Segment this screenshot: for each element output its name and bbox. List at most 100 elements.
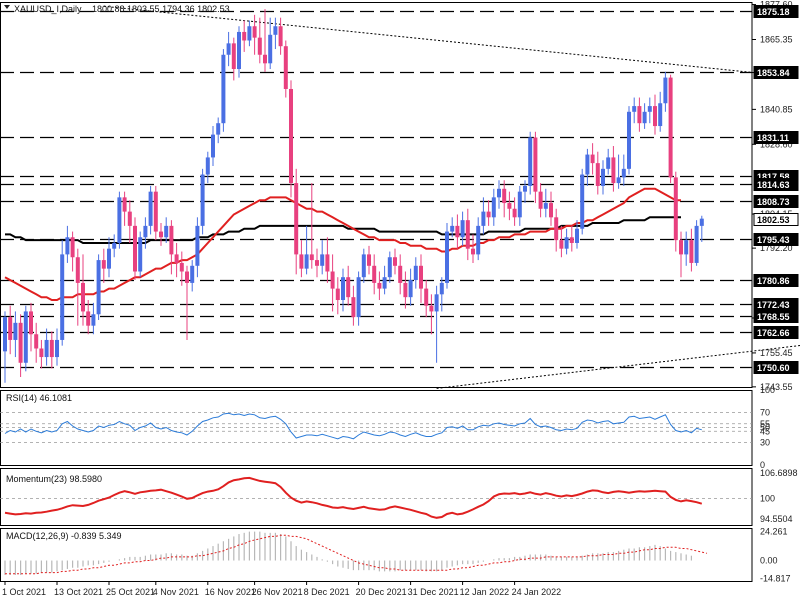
candle-body xyxy=(434,294,439,312)
candle xyxy=(580,168,585,235)
macd-tick-label: 24.261 xyxy=(760,526,788,536)
candle-body xyxy=(65,237,70,255)
candle-body xyxy=(3,317,7,352)
candle-body xyxy=(60,254,65,340)
candle-body xyxy=(226,43,231,55)
candle-body xyxy=(351,297,356,318)
candle-body xyxy=(486,211,491,218)
momentum-tick-label: 100 xyxy=(760,493,775,503)
candle-body xyxy=(153,191,158,232)
candle-body xyxy=(382,277,387,289)
candle-body xyxy=(585,154,590,175)
candle xyxy=(133,217,137,281)
candle-body xyxy=(148,191,153,226)
candle-body xyxy=(330,271,335,289)
candle-body xyxy=(387,257,392,278)
time-tick-label: 31 Dec 2021 xyxy=(408,587,459,597)
level-label: 1853.84 xyxy=(757,68,790,78)
level-label: 1768.55 xyxy=(757,312,790,322)
candle-body xyxy=(663,77,668,104)
candle-body xyxy=(606,157,611,169)
candle-body xyxy=(429,305,434,312)
candle-body xyxy=(39,348,44,358)
candle-body xyxy=(471,248,475,255)
candle-body xyxy=(8,317,13,340)
time-tick-label: 20 Dec 2021 xyxy=(356,587,407,597)
candle-body xyxy=(133,225,137,272)
candle-body xyxy=(195,225,200,266)
candle-body xyxy=(642,111,647,124)
candle-body xyxy=(689,240,694,263)
level-label: 1831.11 xyxy=(757,133,789,143)
momentum-tick-label: 106.6898 xyxy=(760,468,798,478)
candle-body xyxy=(491,197,496,218)
candle-body xyxy=(325,254,330,272)
candle-body xyxy=(273,26,278,35)
time-tick-label: 24 Jan 2022 xyxy=(512,587,562,597)
candle-body xyxy=(439,282,444,295)
candle-body xyxy=(497,188,501,198)
candle-body xyxy=(341,277,345,301)
candle-body xyxy=(673,177,678,241)
candle-body xyxy=(190,265,195,283)
rsi-tick-label: 30 xyxy=(760,438,770,448)
candle-body xyxy=(13,322,18,340)
chart-window: 100 70 55 50 45 30 0 106.6898 100 94.5504 24.261… xyxy=(0,0,800,600)
macd-tick-label: -14.817 xyxy=(760,573,791,583)
level-label: 1750.60 xyxy=(757,363,790,373)
candle-body xyxy=(694,225,699,263)
candle-body xyxy=(107,248,111,269)
candle-body xyxy=(580,174,585,229)
candle-body xyxy=(637,106,642,124)
candle-body xyxy=(335,288,340,301)
time-tick-label: 26 Nov 2021 xyxy=(252,587,303,597)
candle-body xyxy=(117,197,122,243)
candle-body xyxy=(23,311,28,363)
candle-body xyxy=(283,46,288,89)
candle-body xyxy=(445,231,449,283)
candle-body xyxy=(658,103,663,127)
level-label: 1795.43 xyxy=(757,235,790,245)
candle-body xyxy=(96,260,101,315)
price-tick-label: 1755.45 xyxy=(760,348,793,358)
candle-body xyxy=(595,163,600,186)
candle-body xyxy=(611,157,616,184)
candle-body xyxy=(205,157,210,175)
candle-body xyxy=(289,88,293,184)
rsi-tick-label: 70 xyxy=(760,408,770,418)
candle-body xyxy=(268,34,273,64)
time-tick-label: 12 Jan 2022 xyxy=(460,587,510,597)
candle-body xyxy=(138,237,143,272)
candle-body xyxy=(424,288,429,306)
candle-body xyxy=(632,106,637,112)
candle-body xyxy=(252,26,257,38)
candle-body xyxy=(320,254,325,266)
candle-body xyxy=(502,188,507,204)
level-label: 1802.53 xyxy=(757,215,790,225)
candle-body xyxy=(403,282,408,298)
candle-body xyxy=(169,225,174,255)
level-label: 1814.63 xyxy=(757,180,790,190)
candle-body xyxy=(86,311,91,326)
candle-body xyxy=(185,271,189,283)
candle-body xyxy=(476,225,481,255)
price-tick-label: 1743.55 xyxy=(760,382,793,392)
candle-body xyxy=(143,225,148,238)
candle-body xyxy=(419,265,423,289)
candle-body xyxy=(590,154,595,164)
level-label: 1875.18 xyxy=(757,7,790,17)
candle xyxy=(673,171,678,252)
chart-header: XAUUSD_I,Daily 1800.88 1803.55 1794.36 1… xyxy=(4,4,230,14)
candle-body xyxy=(653,106,657,127)
candle-body xyxy=(112,242,117,249)
candle xyxy=(221,49,226,132)
time-tick-label: 25 Oct 2021 xyxy=(106,587,155,597)
candle-body xyxy=(616,177,621,184)
level-label: 1772.43 xyxy=(757,300,790,310)
candle-body xyxy=(699,218,704,226)
candle-body xyxy=(81,282,85,312)
candle-body xyxy=(523,185,527,192)
candle-body xyxy=(346,277,351,298)
candle-body xyxy=(18,322,23,363)
candle-body xyxy=(647,106,652,112)
